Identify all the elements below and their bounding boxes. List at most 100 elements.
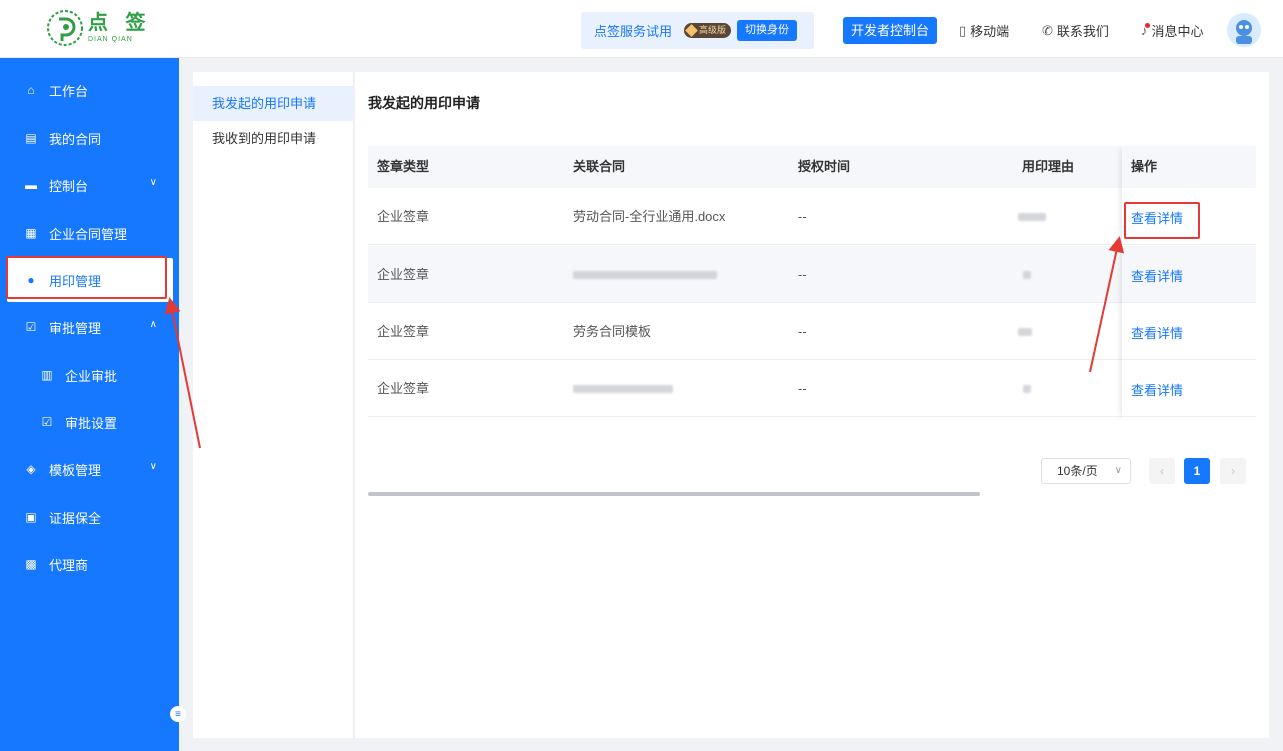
user-avatar[interactable]	[1227, 13, 1261, 47]
sidebar-item-workbench[interactable]: ⌂ 工作台	[0, 68, 179, 112]
redacted-contract	[573, 271, 717, 279]
view-details-link[interactable]: 查看详情	[1131, 323, 1183, 342]
column-header: 用印理由	[1022, 159, 1075, 174]
sidebar-item-label: 模板管理	[49, 462, 102, 478]
premium-badge-label: 高级版	[699, 25, 727, 35]
sidebar-item-label: 我的合同	[49, 131, 102, 147]
view-details-link[interactable]: 查看详情	[1131, 380, 1183, 399]
top-header: 点 签 DIAN QIAN 点签服务试用 高级版 切换身份 开发者控制台 ▯ 移…	[0, 0, 1283, 58]
sidebar-item-enterprise-approval[interactable]: ▥ 企业审批	[0, 353, 179, 397]
sidebar-item-approval-management[interactable]: ☑ 审批管理 ∧	[0, 305, 179, 349]
seal-user-icon: ●	[27, 273, 35, 287]
menu-item-initiated[interactable]: 我发起的用印申请	[193, 86, 354, 121]
briefcase-icon: ▩	[25, 557, 37, 571]
redacted-reason	[1023, 385, 1031, 393]
horizontal-scrollbar[interactable]	[368, 492, 980, 496]
switch-identity-button[interactable]: 切换身份	[737, 20, 798, 41]
chevron-down-icon: ∨	[149, 461, 157, 472]
chevron-down-icon: ∨	[149, 177, 157, 188]
action-cell: 查看详情	[1122, 303, 1256, 360]
sidebar-item-label: 控制台	[49, 178, 89, 194]
phone-icon: ▯	[959, 22, 967, 38]
contact-label: 联系我们	[1056, 24, 1109, 39]
file-icon: ▦	[25, 226, 37, 240]
auth-time-cell: --	[798, 209, 807, 224]
contact-link[interactable]: ✆ 联系我们	[1042, 21, 1109, 40]
auth-time-cell: --	[798, 381, 807, 396]
trial-banner: 点签服务试用 高级版 切换身份	[581, 12, 814, 49]
console-icon: ▬	[25, 178, 37, 192]
auth-time-cell: --	[798, 324, 807, 339]
diamond-icon	[685, 24, 698, 37]
message-center-link[interactable]: ♪ 消息中心	[1141, 21, 1204, 40]
chevron-up-icon: ∧	[149, 319, 157, 330]
trial-text: 点签服务试用	[594, 24, 673, 39]
logo-text-en: DIAN QIAN	[88, 36, 133, 43]
auth-time-cell: --	[798, 267, 807, 282]
sidebar-item-label: 审批设置	[65, 415, 118, 431]
sidebar-item-enterprise-contracts[interactable]: ▦ 企业合同管理	[0, 211, 179, 255]
seal-type-cell: 企业签章	[377, 324, 430, 339]
secondary-menu: 我发起的用印申请 我收到的用印申请	[193, 72, 354, 738]
logo-mark-icon	[47, 10, 83, 46]
sidebar-item-evidence[interactable]: ▣ 证据保全	[0, 495, 179, 539]
layers-icon: ◈	[26, 462, 36, 476]
contract-cell: 劳务合同模板	[573, 324, 652, 339]
seal-type-cell: 企业签章	[377, 209, 430, 224]
sidebar-item-template-management[interactable]: ◈ 模板管理 ∨	[0, 447, 179, 491]
developer-console-button[interactable]: 开发者控制台	[843, 17, 938, 44]
chevron-down-icon: ∨	[1114, 465, 1122, 476]
redacted-contract	[573, 385, 673, 393]
view-details-link[interactable]: 查看详情	[1131, 208, 1183, 227]
collapse-sidebar-icon[interactable]: ≡	[170, 706, 186, 722]
chevron-right-icon: ›	[1231, 464, 1235, 478]
telephone-icon: ✆	[1042, 22, 1053, 38]
page-number-current[interactable]: 1	[1184, 458, 1210, 484]
action-cell: 查看详情	[1122, 246, 1256, 303]
message-center-label: 消息中心	[1151, 24, 1204, 39]
approval-icon: ☑	[25, 320, 37, 334]
column-header: 签章类型	[377, 159, 430, 174]
home-icon: ⌂	[27, 83, 35, 97]
contract-cell: 劳动合同-全行业通用.docx	[573, 209, 726, 224]
menu-item-received[interactable]: 我收到的用印申请	[193, 121, 354, 156]
seal-type-cell: 企业签章	[377, 267, 430, 282]
sidebar-item-seal-management[interactable]: ● 用印管理	[7, 258, 173, 302]
redacted-reason	[1018, 213, 1046, 221]
avatar-icon	[1227, 13, 1261, 47]
sidebar-item-label: 企业合同管理	[49, 226, 128, 242]
checkbox-icon: ☑	[41, 415, 53, 429]
view-details-link[interactable]: 查看详情	[1131, 266, 1183, 285]
mobile-link[interactable]: ▯ 移动端	[959, 21, 1009, 40]
redacted-reason	[1018, 328, 1032, 336]
unread-dot	[1144, 23, 1150, 28]
bell-icon: ♪	[1141, 23, 1150, 38]
action-cell: 查看详情	[1122, 188, 1256, 245]
redacted-reason	[1023, 271, 1031, 279]
column-header: 授权时间	[798, 159, 851, 174]
seal-type-cell: 企业签章	[377, 381, 430, 396]
evidence-icon: ▣	[25, 510, 37, 524]
logo[interactable]: 点 签 DIAN QIAN	[46, 9, 152, 47]
sidebar-item-agent[interactable]: ▩ 代理商	[0, 542, 179, 586]
prev-page-button[interactable]: ‹	[1149, 458, 1175, 484]
building-icon: ▥	[41, 368, 53, 382]
column-header: 操作	[1122, 146, 1256, 188]
main-content: 我发起的用印申请 签章类型 关联合同 授权时间 用印理由 企业签章 劳动合同-全…	[355, 72, 1269, 738]
sidebar-item-console[interactable]: ▬ 控制台 ∨	[0, 163, 179, 207]
page-size-select[interactable]: 10条/页 ∨	[1041, 458, 1131, 484]
sidebar: ⌂ 工作台 ▤ 我的合同 ▬ 控制台 ∨ ▦ 企业合同管理 ● 用印管理 ☑ 审…	[0, 58, 179, 751]
page-size-value: 10条/页	[1057, 464, 1098, 478]
sidebar-item-label: 企业审批	[65, 368, 118, 384]
actions-column: 操作 查看详情 查看详情 查看详情 查看详情	[1122, 146, 1256, 419]
document-icon: ▤	[25, 131, 37, 145]
mobile-label: 移动端	[970, 24, 1010, 39]
page-title: 我发起的用印申请	[368, 95, 480, 111]
sidebar-item-label: 审批管理	[49, 320, 102, 336]
sidebar-item-label: 证据保全	[49, 510, 102, 526]
sidebar-item-label: 工作台	[49, 83, 89, 99]
next-page-button[interactable]: ›	[1220, 458, 1246, 484]
sidebar-item-my-contracts[interactable]: ▤ 我的合同	[0, 116, 179, 160]
sidebar-item-label: 代理商	[49, 557, 89, 573]
sidebar-item-approval-settings[interactable]: ☑ 审批设置	[0, 400, 179, 444]
